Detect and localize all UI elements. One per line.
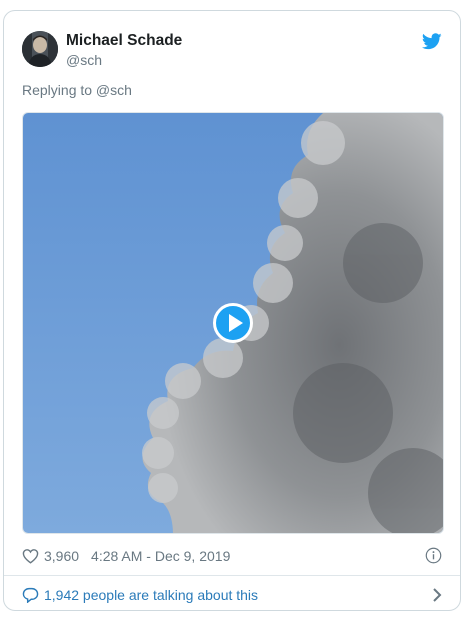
author-name[interactable]: Michael Schade [66, 32, 182, 50]
tweet-header: Michael Schade @sch [22, 31, 442, 71]
speech-bubble-icon [22, 587, 39, 603]
video-player[interactable] [22, 112, 444, 534]
replying-to-text[interactable]: Replying to @sch [22, 82, 132, 98]
like-count[interactable]: 3,960 [44, 548, 79, 564]
info-icon[interactable] [425, 547, 442, 564]
tweet-meta: 3,960 4:28 AM - Dec 9, 2019 [22, 546, 442, 566]
conversation-link[interactable]: 1,942 people are talking about this [22, 585, 442, 605]
twitter-bird-icon[interactable] [422, 33, 442, 50]
play-icon[interactable] [213, 303, 253, 343]
talking-count-text[interactable]: 1,942 people are talking about this [44, 587, 258, 603]
divider [4, 575, 460, 576]
chevron-right-icon[interactable] [432, 588, 442, 602]
heart-icon[interactable] [22, 548, 39, 564]
tweet-timestamp[interactable]: 4:28 AM - Dec 9, 2019 [91, 548, 230, 564]
tweet-card: Michael Schade @sch Replying to @sch 3,9… [3, 10, 461, 611]
author-handle[interactable]: @sch [66, 52, 102, 68]
avatar[interactable] [22, 31, 58, 67]
